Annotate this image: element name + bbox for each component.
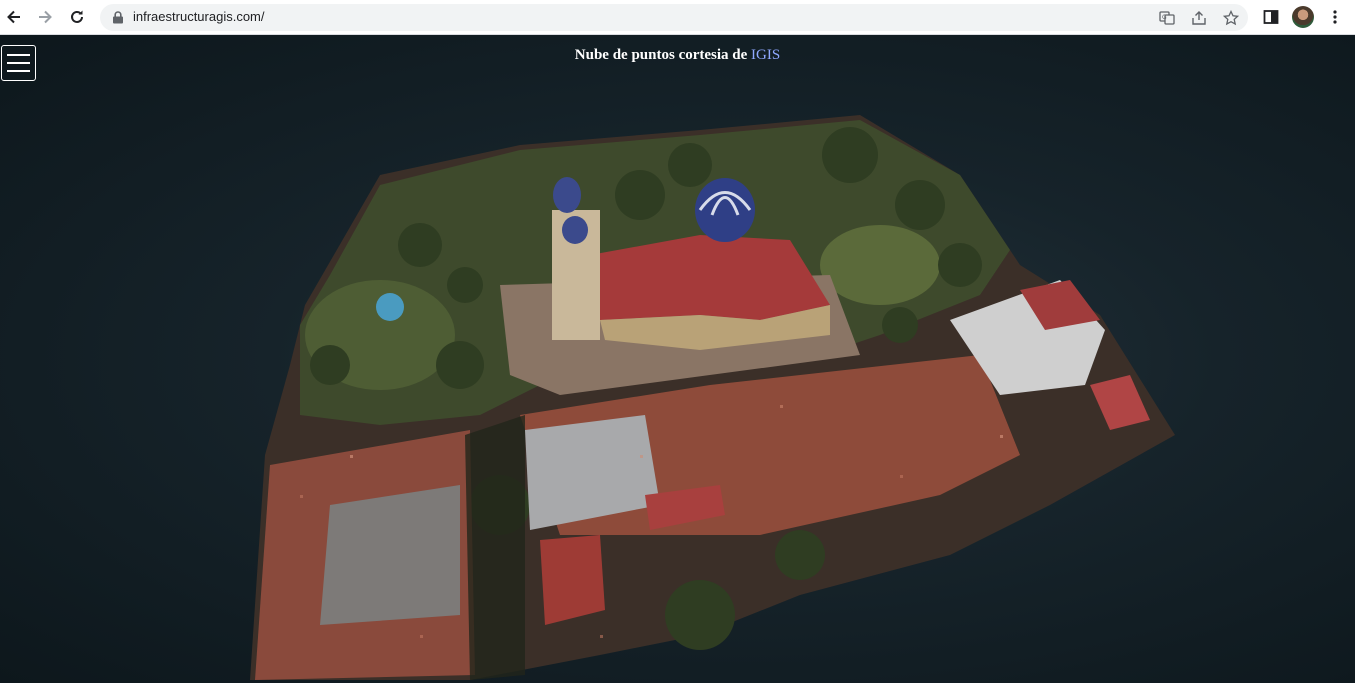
lock-icon[interactable] [112,11,124,24]
tower-dome-small [562,216,588,244]
side-panel-icon [1263,10,1279,24]
side-panel-button[interactable] [1261,7,1281,27]
browser-toolbar: infraestructuragis.com/ G [0,0,1355,35]
church-dome [695,178,755,242]
credit-text: Nube de puntos cortesia de [574,47,748,63]
red-roof-south [540,535,605,625]
point-cloud-render[interactable] [0,35,1355,683]
arrow-right-icon [39,10,52,24]
point-cloud-viewer[interactable]: Nube de puntos cortesia de IGIS [0,35,1355,683]
credit-line: Nube de puntos cortesia de IGIS [0,47,1355,64]
translate-icon: G [1159,11,1175,25]
fountain [376,293,404,321]
kebab-menu-icon [1333,10,1337,24]
street-shadow [465,415,525,680]
address-bar[interactable]: infraestructuragis.com/ G [100,4,1248,31]
share-icon [1192,11,1206,25]
profile-avatar[interactable] [1292,6,1314,28]
tower-dome [553,177,581,213]
garden-east [820,225,940,305]
bookmark-button[interactable] [1222,9,1240,27]
browser-menu-button[interactable] [1325,7,1345,27]
arrow-left-icon [7,10,20,24]
forward-button[interactable] [33,5,57,29]
hamburger-icon-bar [7,70,30,72]
back-button[interactable] [2,5,26,29]
reload-button[interactable] [65,5,89,29]
igis-link[interactable]: IGIS [751,47,780,63]
url-text[interactable]: infraestructuragis.com/ [133,9,265,24]
courtyard-west [320,485,460,625]
star-icon [1223,10,1239,26]
share-button[interactable] [1190,9,1208,27]
translate-button[interactable]: G [1158,9,1176,27]
svg-text:G: G [1162,14,1167,21]
reload-icon [71,10,83,23]
